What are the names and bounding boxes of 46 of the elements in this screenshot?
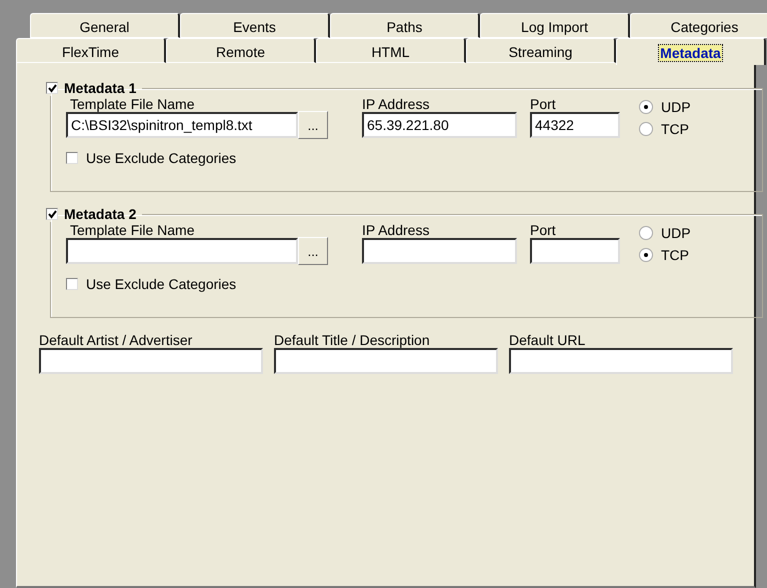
radio-option[interactable]: TCP [639,244,719,266]
field-label: Template File Name [69,96,196,112]
tab[interactable]: Paths [330,13,480,38]
tab[interactable]: Events [180,13,330,38]
browse-button[interactable]: ... [298,237,328,265]
tab[interactable]: Metadata [616,38,766,65]
checkbox-option[interactable]: Use Exclude Categories [66,150,752,166]
field-label: IP Address [362,96,430,112]
tab[interactable]: Categories [630,13,767,38]
checkbox[interactable] [46,82,58,94]
radio-button[interactable] [639,100,653,114]
field-label: Default URL [509,332,586,348]
input-field[interactable] [39,348,263,374]
input-field[interactable] [66,238,298,264]
input-field[interactable]: 44322 [530,112,620,138]
field-label: IP Address [362,222,430,238]
radio-option[interactable]: UDP [639,222,719,244]
radio-option[interactable]: UDP [639,96,719,118]
radio-option[interactable]: TCP [639,118,719,140]
input-field[interactable] [274,348,498,374]
tab[interactable]: HTML [316,38,466,63]
field-label: Template File Name [69,222,196,238]
tab[interactable]: Streaming [466,38,616,63]
field-label: Port [530,222,557,238]
radio-button[interactable] [639,226,653,240]
radio-button[interactable] [639,122,653,136]
input-field[interactable] [362,238,517,264]
checkbox[interactable] [66,152,78,164]
input-field[interactable]: 65.39.221.80 [362,112,517,138]
tab[interactable]: Remote [166,38,316,63]
checkbox[interactable] [66,278,78,290]
field-label: Default Title / Description [274,332,431,348]
group-title: Metadata 2 [64,206,136,222]
group-title: Metadata 1 [64,80,136,96]
input-field[interactable] [530,238,620,264]
tab[interactable]: FlexTime [16,38,166,63]
checkbox[interactable] [46,208,58,220]
tab[interactable]: Log Import [480,13,630,38]
radio-button[interactable] [639,248,653,262]
field-label: Default Artist / Advertiser [39,332,194,348]
browse-button[interactable]: ... [298,111,328,139]
tab[interactable]: General [30,13,180,38]
input-field[interactable] [509,348,733,374]
checkbox-option[interactable]: Use Exclude Categories [66,276,752,292]
field-label: Port [530,96,557,112]
input-field[interactable]: C:\BSI32\spinitron_templ8.txt [66,112,298,138]
